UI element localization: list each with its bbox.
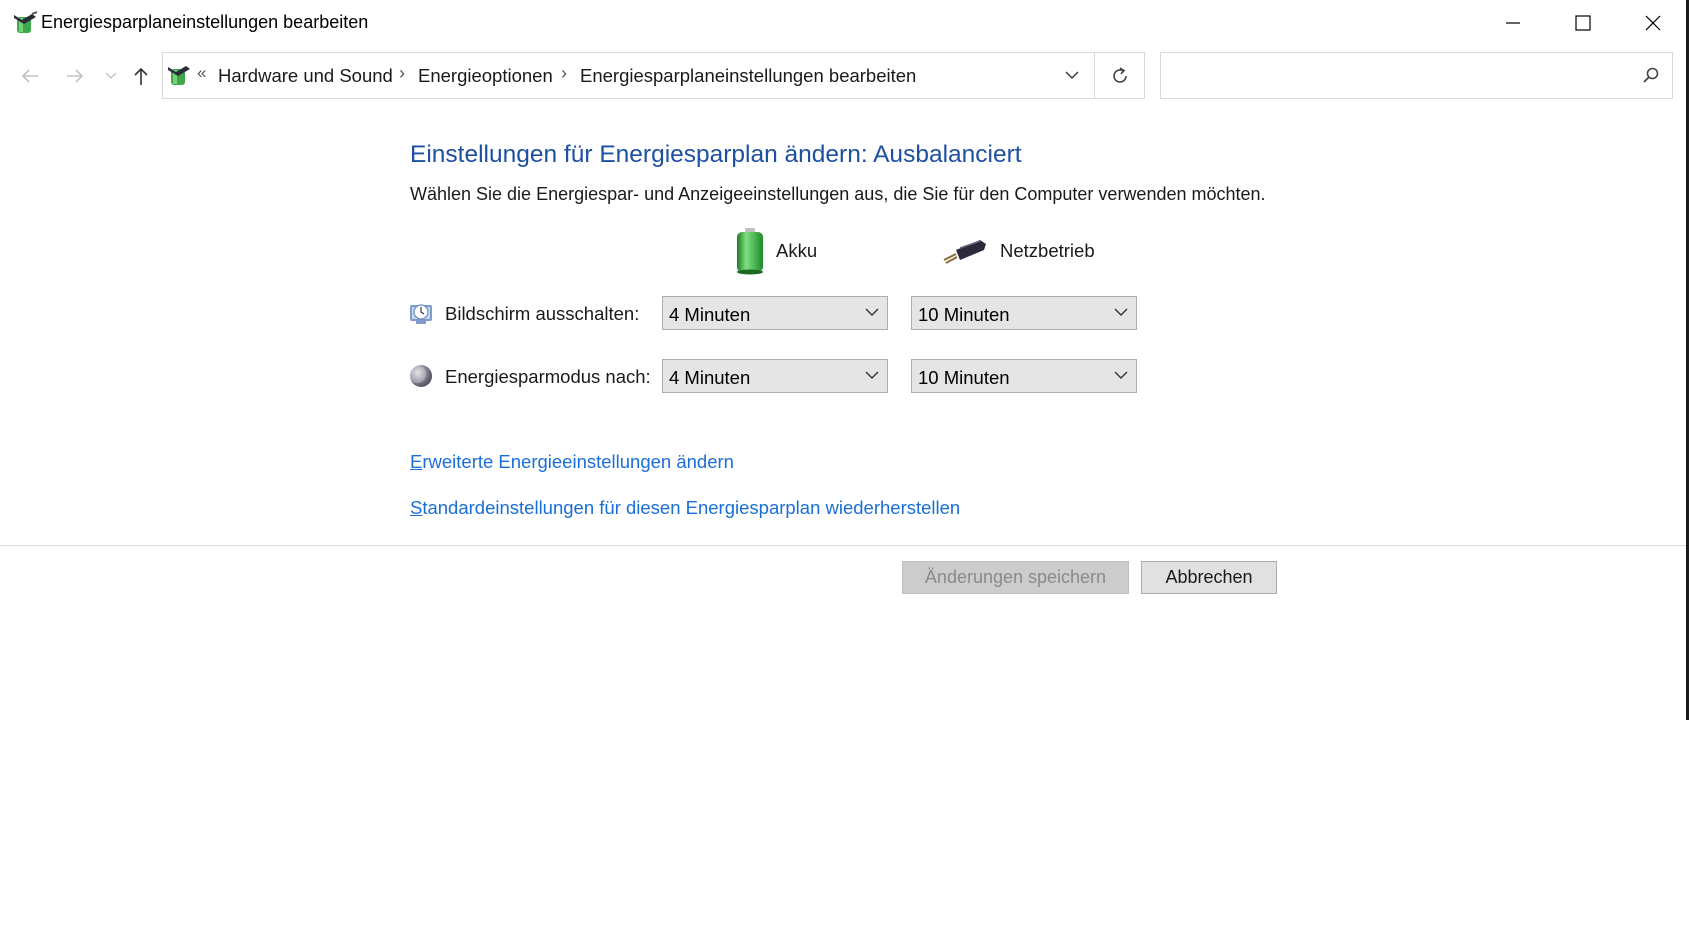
page-subtitle: Wählen Sie die Energiespar- und Anzeigee… [410,184,1266,204]
search-input[interactable] [1160,52,1673,99]
restore-defaults-link[interactable]: Standardeinstellungen für diesen Energie… [410,497,960,519]
sleep-after-label: Energiesparmodus nach: [445,366,651,387]
search-icon [1643,67,1659,83]
back-button[interactable] [15,62,45,90]
minimize-icon [1506,22,1520,24]
refresh-button[interactable] [1095,52,1145,99]
address-history-button[interactable] [1049,53,1095,98]
up-button[interactable] [126,62,156,90]
battery-column-header: Akku [734,226,817,276]
breadcrumb-energieoptionen[interactable]: Energieoptionen [418,65,553,87]
breadcrumb-separator-icon[interactable]: › [399,63,405,84]
maximize-button[interactable] [1548,0,1618,46]
save-changes-button[interactable]: Änderungen speichern [902,561,1129,594]
battery-column-label: Akku [776,240,818,261]
address-bar[interactable]: « Hardware und Sound › Energieoptionen ›… [162,52,1095,99]
chevron-down-icon [865,308,879,316]
power-plug-icon [943,240,986,264]
forward-button[interactable] [60,62,90,90]
close-icon [1645,15,1661,31]
up-arrow-icon [134,67,148,85]
minimize-button[interactable] [1478,0,1548,46]
breadcrumb-overflow[interactable]: « [197,63,206,83]
chevron-down-icon [105,72,117,79]
display-icon [408,300,434,326]
breadcrumb-separator-icon[interactable]: › [561,63,567,84]
sleep-moon-icon [408,363,434,389]
cancel-button[interactable]: Abbrechen [1141,561,1277,594]
display-off-label: Bildschirm ausschalten: [445,303,640,324]
recent-locations-button[interactable] [97,62,125,90]
display-off-plugged-select[interactable]: 10 Minuten [911,296,1137,330]
title-bar: Energiesparplaneinstellungen bearbeiten [0,0,1689,46]
chevron-down-icon [1065,71,1079,79]
plugged-in-column-label: Netzbetrieb [1000,240,1095,261]
breadcrumb-current-page[interactable]: Energiesparplaneinstellungen bearbeiten [580,65,916,87]
advanced-power-settings-link[interactable]: Erweiterte Energieeinstellungen ändern [410,451,734,473]
display-off-battery-select[interactable]: 4 Minuten [662,296,888,330]
maximize-icon [1575,15,1591,31]
chevron-down-icon [1114,308,1128,316]
divider [0,545,1689,546]
forward-arrow-icon [67,69,84,83]
chevron-down-icon [1114,371,1128,379]
refresh-icon [1112,66,1127,83]
page-title: Einstellungen für Energiesparplan ändern… [410,141,1022,168]
breadcrumb-hardware-und-sound[interactable]: Hardware und Sound [218,65,393,87]
power-options-icon [166,63,192,87]
window-title: Energiesparplaneinstellungen bearbeiten [41,12,369,32]
close-button[interactable] [1618,0,1688,46]
power-options-icon [12,11,38,35]
plugged-in-column-header: Netzbetrieb [940,226,1095,276]
chevron-down-icon [865,371,879,379]
sleep-plugged-select[interactable]: 10 Minuten [911,359,1137,393]
sleep-battery-select[interactable]: 4 Minuten [662,359,888,393]
battery-icon [737,228,763,275]
back-arrow-icon [21,69,38,83]
